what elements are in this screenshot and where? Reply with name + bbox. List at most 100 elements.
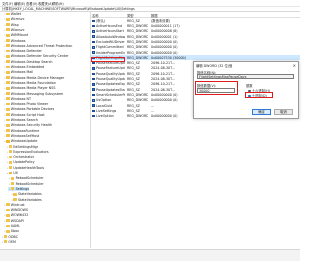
folder-icon <box>6 17 10 21</box>
menu-file[interactable]: 文件(F) <box>2 1 13 6</box>
string-value-icon <box>92 88 95 91</box>
table-row[interactable]: ExcludeWUDrivers REG_DWORD 0x00000000 (0) <box>91 39 300 44</box>
tree-item-label: Windows Messaging Subsystem <box>10 91 64 96</box>
tree-item[interactable]: › Xbox <box>4 229 19 234</box>
value-name-text: ActiveHoursStart <box>96 29 124 34</box>
tree-item[interactable]: › UpdateHealthTools <box>6 166 44 171</box>
tree-item[interactable]: › Wlansvc <box>4 28 24 33</box>
tree-item[interactable]: › Windows Defender Security Center <box>4 54 69 59</box>
folder-icon <box>13 198 17 201</box>
tree-item[interactable]: › Settings <box>8 186 30 192</box>
tree-item[interactable]: › Windows Search <box>4 118 38 123</box>
tree-item[interactable]: › Windows Advanced Threat Protection <box>4 44 72 49</box>
folder-icon <box>6 213 10 217</box>
tree-item[interactable]: › Windows Defender <box>4 49 42 54</box>
menu-help[interactable]: 帮助(H) <box>52 1 64 6</box>
tree-item[interactable]: › Wisp <box>4 23 18 28</box>
status-bar <box>0 249 300 261</box>
tree-item[interactable]: › Windows Photo Viewer <box>4 102 48 107</box>
tree-item[interactable]: › ODBC <box>1 235 18 240</box>
tree-item[interactable]: › Windows Security Health <box>4 123 52 128</box>
value-name-text: LiveSettings <box>96 108 117 113</box>
tree-item[interactable]: › StateVariables <box>11 198 41 203</box>
tree-item[interactable]: › OEM <box>1 240 16 245</box>
folder-icon <box>6 224 10 228</box>
tree-item-label: UpdateHealthTools <box>13 165 45 170</box>
table-row[interactable]: (默认) REG_SZ (数值未设置) <box>91 18 300 23</box>
tree-item[interactable]: › RebootScheduler <box>8 176 44 181</box>
tree-item[interactable]: › Windows <box>4 39 25 44</box>
folder-icon <box>8 150 12 154</box>
binary-value-icon <box>92 30 95 33</box>
string-value-icon <box>92 83 95 86</box>
tree-item[interactable]: › Orchestrator <box>6 155 34 160</box>
table-row[interactable]: AllowAutoWindowsUpdateREG_DWORD0x0000000… <box>91 34 300 39</box>
tree-item[interactable]: › WIMMount <box>4 33 29 38</box>
ok-button[interactable]: 确定 <box>252 109 271 115</box>
tree-item[interactable]: › RebootScheduler <box>8 182 44 187</box>
menu-edit[interactable]: 编辑(E) <box>14 1 25 6</box>
tree-item-label: Orchestrator <box>13 155 35 160</box>
tree-item[interactable]: › Wcmsvc <box>4 17 24 22</box>
tree-item-label: WIMMount <box>10 33 29 38</box>
folder-icon <box>13 192 17 196</box>
tree-item-label: WindowsSelfHost <box>10 133 40 138</box>
tree-item[interactable]: › Windows Desktop Search <box>4 60 52 65</box>
folder-icon <box>6 28 10 32</box>
value-name-text: PauseUpdatesExpiryTime <box>96 82 125 87</box>
tree-item[interactable]: › EdSettingsMigr <box>6 145 38 150</box>
menu-favorites[interactable]: 收藏夹(A) <box>38 1 53 6</box>
tree-item-label: Windows Media Foundation <box>10 80 56 85</box>
table-row[interactable]: InsiderProgramEnabledREG_DWORD0x00000000… <box>91 50 300 55</box>
table-row[interactable]: ActiveHoursEnd REG_DWORD 0x00000011 (17) <box>91 23 300 28</box>
tree-item[interactable]: › Windows Media Foundation <box>4 81 56 86</box>
tree-item[interactable]: › ExpressionEvaluators <box>6 150 49 155</box>
tree-item[interactable]: › StateVariables <box>11 192 41 197</box>
folder-icon <box>6 76 10 79</box>
dialog-title: 编辑 DWORD (32 位)值 <box>196 64 233 68</box>
tree-item[interactable]: › WindowsRuntime <box>4 129 39 134</box>
tree-item[interactable]: ⌄ UX <box>6 171 18 176</box>
tree-item[interactable]: › Windows Mail <box>4 70 33 75</box>
tree-item[interactable]: › Wallet <box>4 12 21 17</box>
tree-item[interactable]: › Windows NT <box>4 97 31 102</box>
folder-icon <box>6 123 10 127</box>
tree-item[interactable]: › Windows Embedded <box>4 65 44 70</box>
folder-icon <box>8 145 12 148</box>
folder-icon <box>6 54 10 58</box>
tree-item-label: EdSettingsMigr <box>13 144 39 149</box>
folder-icon <box>6 23 10 26</box>
close-icon[interactable]: × <box>293 63 296 68</box>
tree-item[interactable]: › Windows Script Host <box>4 113 44 118</box>
tree-item[interactable]: › Windows Media Device Manager <box>4 76 64 81</box>
menu-view[interactable]: 查看(V) <box>26 1 37 6</box>
tree-item-label: OEM <box>8 239 16 244</box>
tree-item-label: Windows Defender <box>10 49 42 54</box>
tree-item[interactable]: › UpdatePolicy <box>6 160 35 165</box>
tree-item[interactable]: ⌄ WindowsUpdate <box>4 139 38 144</box>
tree-item[interactable]: › WSDAPI <box>4 219 24 224</box>
decimal-highlight <box>245 91 273 98</box>
value-list: 名称 类型 数据 (默认) REG_SZ (数值未设置) ActiveHoursEnd… <box>91 12 300 248</box>
string-value-icon <box>92 104 95 107</box>
tree-item-label: Windows Defender Security Center <box>10 54 69 59</box>
table-row[interactable]: FlightCommitted REG_DWORD 0x00000000 (0) <box>91 45 300 50</box>
table-row[interactable]: ActiveHoursStart REG_DWORD 0x00000008 (8) <box>91 29 300 34</box>
folder-icon <box>6 118 10 122</box>
tree-item[interactable]: › WOW6432 <box>4 213 28 218</box>
tree-item-label: Windows NT <box>10 96 32 101</box>
tree-item[interactable]: › WINDOWS <box>4 208 28 213</box>
cancel-button[interactable]: 取消 <box>274 109 293 115</box>
tree-item-label: Windows Search <box>10 118 38 122</box>
tree-item[interactable]: › WindowsSelfHost <box>4 133 40 139</box>
tree-item[interactable]: › Windows Portable Devices <box>4 107 54 112</box>
tree-item[interactable]: › Windows Media Player NSS <box>4 86 55 91</box>
value-data-highlight <box>195 81 238 95</box>
folder-icon <box>8 171 12 175</box>
tree-item[interactable]: › Wintrust <box>4 203 25 208</box>
selected-value-highlight <box>91 56 125 62</box>
tree-item[interactable]: › XAML <box>4 224 20 229</box>
binary-value-icon <box>92 99 95 102</box>
tree-item[interactable]: › Windows Messaging Subsystem <box>4 91 64 97</box>
value-name-text: ActiveHoursEnd <box>96 24 123 29</box>
